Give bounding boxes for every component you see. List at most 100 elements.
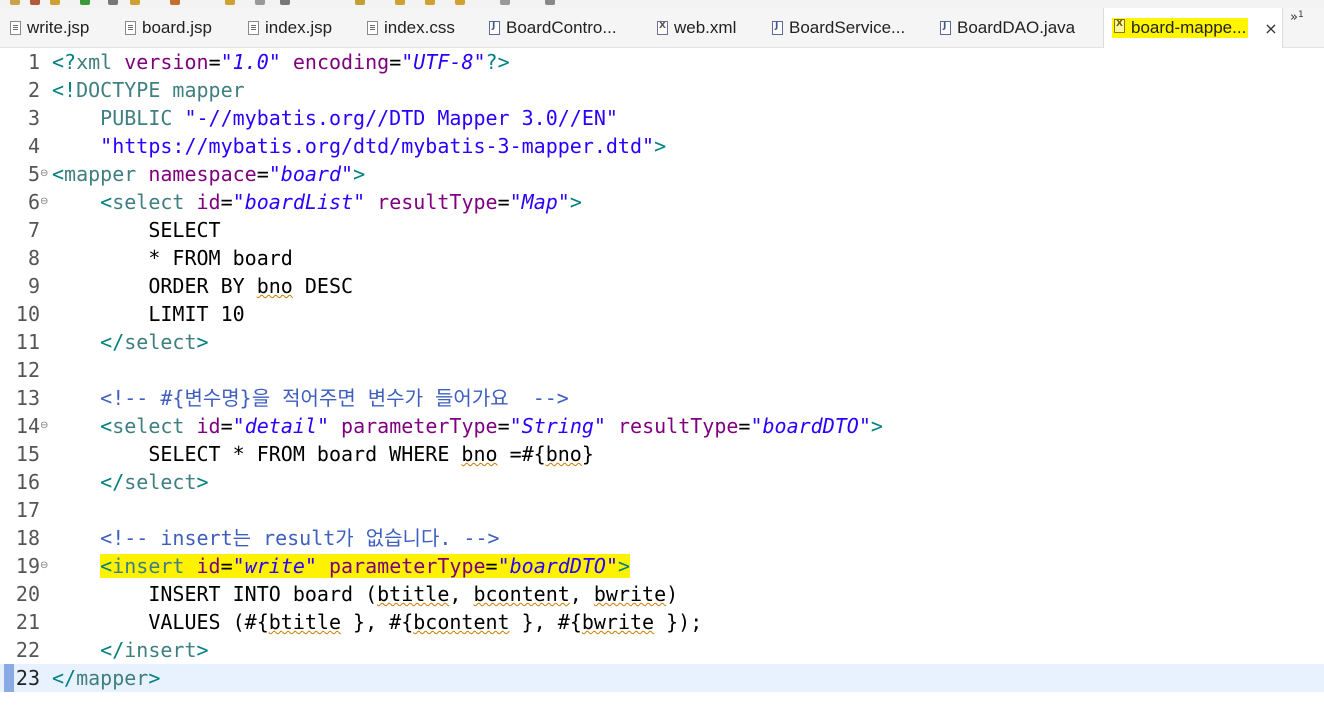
code-line[interactable]: 14 ⊖ <select id="detail" parameterType="S… [0, 412, 1324, 440]
run-icon[interactable] [80, 0, 90, 5]
tab-web-xml[interactable]: web.xml [657, 8, 736, 48]
jsp-file-icon [125, 21, 136, 35]
code-line[interactable]: 20 INSERT INTO board (btitle, bcontent, … [0, 580, 1324, 608]
more-tabs-button[interactable]: »1 [1290, 10, 1304, 25]
code-line[interactable]: 3 PUBLIC "-//mybatis.org//DTD Mapper 3.0… [0, 104, 1324, 132]
code-token: "write" [232, 554, 317, 578]
fold-toggle-icon[interactable]: ⊖ [40, 552, 48, 580]
code-line[interactable]: 9 ORDER BY bno DESC [0, 272, 1324, 300]
tab-index-jsp[interactable]: index.jsp [248, 8, 332, 48]
tab-index-css[interactable]: index.css [367, 8, 455, 48]
build-icon[interactable] [170, 0, 180, 5]
forward-icon[interactable] [425, 0, 435, 5]
code-token: bcontent [473, 582, 570, 606]
code-token: "-//mybatis.org//DTD Mapper 3.0//EN" [184, 106, 618, 130]
new-file-icon[interactable] [10, 0, 20, 5]
code-line[interactable]: 15 SELECT * FROM board WHERE bno =#{bno} [0, 440, 1324, 468]
fold-toggle-icon[interactable]: ⊖ [40, 412, 48, 440]
code-editor[interactable]: 1 <?xml version="1.0" encoding="UTF-8"?> 2… [0, 48, 1324, 706]
tab-label: board-mappe... [1131, 18, 1247, 37]
code-text: INSERT INTO board (btitle, bcontent, bwr… [52, 580, 678, 608]
code-token: =#{ [497, 442, 546, 466]
hidden-tabs-count: 1 [1297, 10, 1304, 20]
line-number: 19 [15, 554, 40, 578]
line-number: 7 [27, 218, 40, 242]
code-token: </ [100, 638, 125, 662]
code-text: <!-- #{변수명}을 적어주면 변수가 들어가요 --> [52, 384, 569, 412]
tab-board-service[interactable]: BoardService... [772, 8, 905, 48]
tab-board-jsp[interactable]: board.jsp [125, 8, 212, 48]
code-token: = [389, 50, 402, 74]
tab-board-dao[interactable]: BoardDAO.java [940, 8, 1075, 48]
code-line[interactable]: 19 ⊖ <insert id="write" parameterType="bo… [0, 552, 1324, 580]
code-line[interactable]: 6 ⊖ <select id="boardList" resultType="Ma… [0, 188, 1324, 216]
xml-file-icon [657, 21, 668, 35]
jsp-file-icon [248, 21, 259, 35]
code-line[interactable]: 21 VALUES (#{btitle }, #{bcontent }, #{b… [0, 608, 1324, 636]
code-text: </insert> [52, 636, 208, 664]
next-annotation-icon[interactable] [355, 0, 365, 5]
tab-board-mapper[interactable]: board-mappe... × [1103, 8, 1283, 48]
code-line[interactable]: 23 </mapper> [0, 664, 1324, 692]
xml-file-icon [1114, 19, 1125, 33]
code-token: bwrite [593, 582, 667, 606]
tab-label: write.jsp [27, 18, 90, 37]
line-number: 4 [27, 134, 40, 158]
pin-icon[interactable] [255, 0, 265, 5]
view-icon[interactable] [545, 0, 555, 5]
line-number: 6 [27, 190, 40, 214]
code-token: parameterType [329, 554, 486, 578]
code-line[interactable]: 4 "https://mybatis.org/dtd/mybatis-3-map… [0, 132, 1324, 160]
code-line[interactable]: 22 </insert> [0, 636, 1324, 664]
code-line[interactable]: 11 </select> [0, 328, 1324, 356]
code-line[interactable]: 1 <?xml version="1.0" encoding="UTF-8"?> [0, 48, 1324, 76]
code-token: bcontent [413, 610, 510, 634]
code-line[interactable]: 12 [0, 356, 1324, 384]
fold-toggle-icon[interactable]: ⊖ [40, 188, 48, 216]
search-icon[interactable] [130, 0, 140, 5]
open-icon[interactable] [50, 0, 60, 5]
code-token: } [581, 442, 594, 466]
nav-icon[interactable] [500, 0, 510, 5]
code-token: select [112, 414, 185, 438]
code-text: "https://mybatis.org/dtd/mybatis-3-mappe… [52, 132, 666, 160]
code-line[interactable]: 10 LIMIT 10 [0, 300, 1324, 328]
code-text: ORDER BY bno DESC [52, 272, 353, 300]
code-text: </mapper> [52, 664, 160, 692]
code-line[interactable]: 16 </select> [0, 468, 1324, 496]
css-file-icon [367, 21, 378, 35]
code-token: PUBLIC [100, 106, 185, 130]
save-icon[interactable] [30, 0, 40, 5]
editor-tab-bar: write.jsp board.jsp index.jsp index.css … [0, 8, 1324, 48]
annotation-icon[interactable] [280, 0, 290, 5]
code-line[interactable]: 2 <!DOCTYPE mapper [0, 76, 1324, 104]
tab-write-jsp[interactable]: write.jsp [10, 8, 89, 48]
code-token: bno [256, 274, 293, 298]
code-text: SELECT * FROM board WHERE bno =#{bno} [52, 440, 594, 468]
tab-board-controller[interactable]: BoardContro... [489, 8, 617, 48]
code-token: <!-- insert는 result가 없습니다. --> [100, 526, 500, 550]
code-line[interactable]: 8 * FROM board [0, 244, 1324, 272]
code-line[interactable]: 18 <!-- insert는 result가 없습니다. --> [0, 524, 1324, 552]
code-line[interactable]: 5 ⊖ <mapper namespace="board"> [0, 160, 1324, 188]
line-number: 23 [15, 666, 40, 690]
chevron-right-double-icon: » [1290, 10, 1298, 25]
java-file-icon [772, 21, 783, 35]
code-text: <mapper namespace="board"> [52, 160, 365, 188]
code-text: </select> [52, 328, 208, 356]
folder-icon[interactable] [225, 0, 235, 5]
back-icon[interactable] [395, 0, 405, 5]
history-icon[interactable] [455, 0, 465, 5]
code-token: SELECT [52, 218, 221, 242]
code-line[interactable]: 13 <!-- #{변수명}을 적어주면 변수가 들어가요 --> [0, 384, 1324, 412]
code-token: encoding [292, 50, 390, 74]
close-tab-icon[interactable]: × [1264, 19, 1277, 38]
dropdown-icon[interactable] [108, 0, 118, 5]
code-line[interactable]: 7 SELECT [0, 216, 1324, 244]
code-line[interactable]: 17 [0, 496, 1324, 524]
fold-toggle-icon[interactable]: ⊖ [40, 160, 48, 188]
